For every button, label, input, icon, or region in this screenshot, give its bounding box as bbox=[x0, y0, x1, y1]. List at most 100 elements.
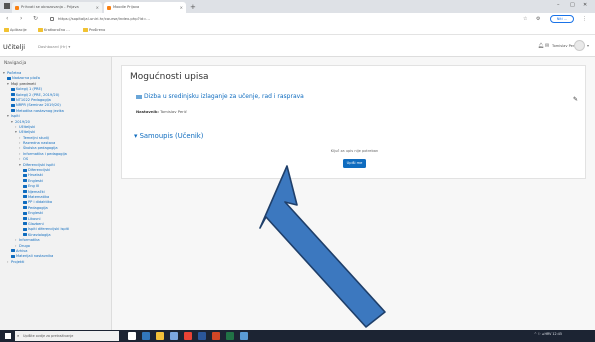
taskbar-search-input[interactable]: ⌕ Upišite ovdje za pretraživanje bbox=[15, 331, 119, 341]
star-icon[interactable]: ☆ bbox=[523, 15, 527, 23]
nav-tree-label: Hrvatski bbox=[28, 173, 43, 178]
avatar[interactable] bbox=[574, 40, 585, 51]
notification-bell-icon[interactable]: 🔔︎ bbox=[538, 43, 544, 49]
nav-tree-label: Ispiti diferencijski ispiti bbox=[28, 227, 70, 232]
app-icon[interactable] bbox=[240, 332, 248, 340]
minimize-button[interactable]: – bbox=[557, 2, 560, 8]
course-icon bbox=[23, 222, 27, 226]
bookmark-item[interactable]: Aplikacije bbox=[4, 27, 27, 33]
messages-icon[interactable]: ✉ bbox=[545, 43, 549, 49]
nav-tree-label: NRPR (Seminar 2019/20) bbox=[16, 103, 61, 108]
bookmarks-bar: Aplikacije Kratkoročno … Prošireno bbox=[0, 25, 595, 35]
back-arrow-icon[interactable]: ‹ bbox=[6, 14, 8, 24]
nav-tree-label: Informatika i pedagogija bbox=[23, 151, 67, 156]
nav-tree-label: Likovni bbox=[28, 216, 41, 221]
search-placeholder: Upišite ovdje za pretraživanje bbox=[23, 334, 74, 338]
nav-tree-label: Metodika nastavnog jezika bbox=[16, 108, 64, 113]
file-explorer-icon[interactable] bbox=[156, 332, 164, 340]
browser-menu-icon[interactable]: ⋮ bbox=[582, 15, 587, 23]
course-icon bbox=[23, 190, 27, 194]
task-view-icon[interactable] bbox=[128, 332, 136, 340]
bookmark-item[interactable]: Prošireno bbox=[83, 27, 105, 33]
profile-button[interactable]: Niti … bbox=[550, 15, 574, 23]
teacher-label: Nastavnik: bbox=[136, 109, 159, 114]
nav-tree-label: OS bbox=[23, 157, 29, 162]
nav-tree-label: Nadzorna ploča bbox=[12, 76, 40, 81]
browser-tab-2[interactable]: Moodle Prijava × bbox=[104, 2, 186, 13]
course-icon bbox=[23, 217, 27, 221]
browser-tab-1[interactable]: Prihvati se obrazovanja - Prijava × bbox=[12, 2, 102, 13]
url-field[interactable]: https://sopitaljal.uniri.hr/course/index… bbox=[58, 15, 150, 23]
nav-tree-label: Engleski bbox=[28, 178, 43, 183]
word-icon[interactable] bbox=[198, 332, 206, 340]
nav-tree-label: Kolegij 1 (PRE) bbox=[16, 87, 43, 92]
chrome-icon[interactable] bbox=[184, 332, 192, 340]
nav-tree-label: Diferencijski bbox=[28, 168, 51, 173]
address-bar-row: ‹ › ↻ https://sopitaljal.uniri.hr/course… bbox=[0, 13, 595, 25]
new-tab-button[interactable]: + bbox=[190, 2, 196, 12]
lock-icon bbox=[50, 17, 54, 21]
nav-tree-label: Materijali nastavnika bbox=[16, 254, 54, 259]
powerpoint-icon[interactable] bbox=[212, 332, 220, 340]
enrol-method-heading[interactable]: ▾ Samoupis (Učenik) bbox=[134, 132, 203, 140]
drawer-title: Navigacija bbox=[4, 61, 27, 66]
nav-tree-label: Arhiva bbox=[16, 248, 28, 253]
course-name: Dizba u sredinjsku izlaganje za učenje, … bbox=[144, 93, 304, 100]
tab-label: Moodle Prijava bbox=[113, 5, 140, 9]
enrol-note: Ključ za upis nije potreban bbox=[330, 149, 379, 153]
course-icon bbox=[23, 211, 27, 215]
course-icon bbox=[23, 168, 27, 172]
course-icon bbox=[11, 109, 15, 113]
reload-icon[interactable]: ↻ bbox=[33, 14, 38, 24]
browser-menu-icon[interactable] bbox=[4, 3, 10, 9]
moodle-favicon-icon bbox=[107, 5, 111, 10]
dashboard-menu[interactable]: Dashboard (Hr) ▾ bbox=[38, 44, 70, 49]
close-window-button[interactable]: ✕ bbox=[583, 2, 587, 8]
store-icon[interactable] bbox=[170, 332, 178, 340]
nav-tree-label: Razredna nastava bbox=[23, 141, 56, 146]
browser-tab-strip: Prihvati se obrazovanja - Prijava × Mood… bbox=[0, 0, 595, 13]
windows-start-icon[interactable] bbox=[5, 333, 11, 339]
course-icon bbox=[23, 233, 27, 237]
teacher-name[interactable]: Tomislav Perić bbox=[160, 109, 187, 114]
tab-label: Prihvati se obrazovanja - Prijava bbox=[21, 5, 79, 9]
nav-tree-label: Eng III bbox=[28, 184, 40, 189]
moodle-favicon-icon bbox=[15, 5, 19, 10]
close-tab-icon[interactable]: × bbox=[96, 2, 99, 13]
navigation-tree: ▾ Početna Nadzorna ploča ▾ Moji predmeti Kole… bbox=[0, 71, 111, 265]
forward-arrow-icon[interactable]: › bbox=[20, 14, 22, 24]
teacher-line: Nastavnik: Tomislav Perić bbox=[136, 109, 187, 114]
course-icon bbox=[136, 94, 142, 99]
nav-tree-label: Glazbeni bbox=[28, 221, 44, 226]
folder-icon bbox=[4, 28, 9, 32]
course-link[interactable]: Dizba u sredinjsku izlaganje za učenje, … bbox=[136, 93, 304, 100]
nav-tree-label: Temeljni studij bbox=[23, 135, 49, 140]
bookmark-item[interactable]: Kratkoročno … bbox=[38, 27, 70, 33]
site-brand[interactable]: Učitelji bbox=[3, 43, 25, 51]
excel-icon[interactable] bbox=[226, 332, 234, 340]
folder-icon bbox=[38, 28, 43, 32]
enrol-me-button[interactable]: Upiši me bbox=[343, 159, 366, 168]
edge-icon[interactable] bbox=[142, 332, 150, 340]
folder-icon bbox=[83, 28, 88, 32]
nav-tree-label: Pedagogija bbox=[28, 205, 48, 210]
nav-tree-label: Drugo bbox=[19, 243, 31, 248]
chevron-down-icon[interactable]: ▾ bbox=[587, 43, 589, 48]
maximize-button[interactable]: □ bbox=[570, 2, 575, 8]
main-region: Mogućnosti upisa Dizba u sredinjsku izla… bbox=[112, 57, 595, 330]
nav-tree-item[interactable]: › Projekti bbox=[0, 260, 111, 265]
nav-tree-label: Engleski bbox=[28, 211, 43, 216]
course-icon bbox=[23, 206, 27, 210]
edit-icon[interactable]: ✎ bbox=[573, 96, 578, 103]
extensions-icon[interactable]: ⚙ bbox=[536, 15, 540, 23]
course-icon bbox=[23, 184, 27, 188]
search-icon: ⌕ bbox=[17, 333, 20, 338]
close-tab-icon[interactable]: × bbox=[180, 2, 183, 13]
nav-tree-label: Početna bbox=[7, 71, 22, 75]
nav-tree-label: Kineziologija bbox=[28, 232, 51, 237]
nav-tree-label: Školska pedagogija bbox=[23, 146, 58, 151]
nav-tree-label: Matematika bbox=[28, 194, 50, 199]
nav-tree-label: Njemački bbox=[28, 189, 45, 194]
nav-tree-label: NT1022 Pedagogija bbox=[16, 97, 51, 102]
system-tray[interactable]: ^ ⚐ ◂ HRV 12:45 bbox=[534, 332, 562, 336]
